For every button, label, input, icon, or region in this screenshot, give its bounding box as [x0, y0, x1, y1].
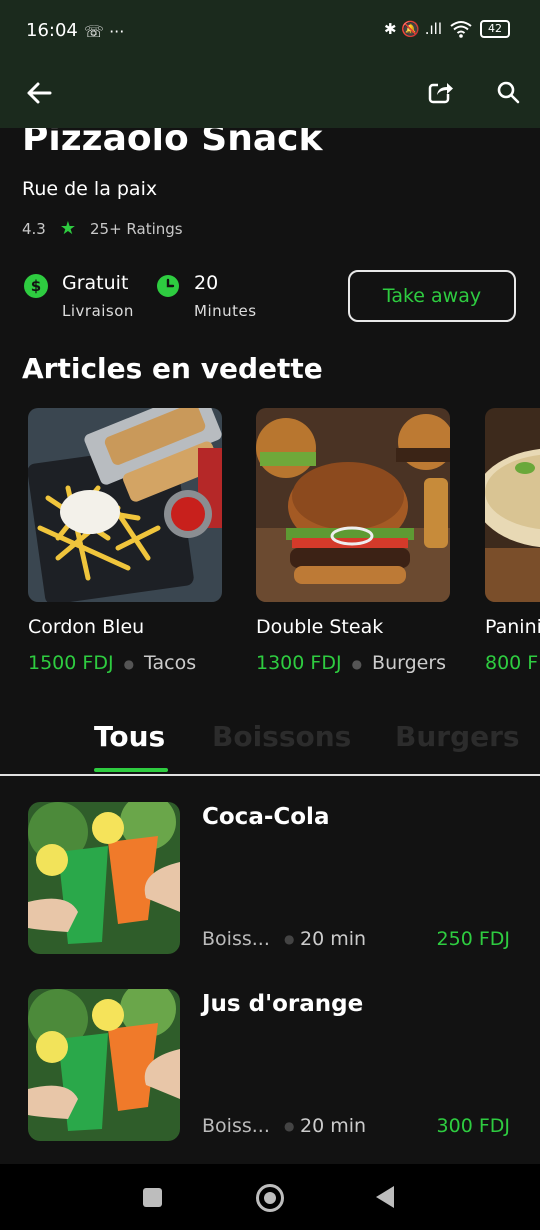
separator-dot: ● — [123, 656, 135, 671]
ratings-count: 25+ Ratings — [90, 219, 183, 238]
search-icon[interactable] — [496, 80, 520, 104]
featured-item-image — [485, 408, 540, 602]
star-icon: ★ — [59, 218, 76, 239]
menu-item-coca-cola[interactable]: Coca-Cola Boiss... ● 20 min 250 FDJ — [0, 802, 540, 954]
menu-item-time: 20 min — [300, 928, 367, 950]
featured-item-price: 1500 FDJ — [28, 652, 114, 674]
featured-item-image — [28, 408, 222, 602]
category-tabs: Tous Boissons Burgers — [0, 718, 540, 776]
status-indicators: ✱ 🔕 .ıll — [383, 20, 442, 38]
system-nav-bar — [0, 1164, 540, 1230]
separator-dot: ● — [351, 656, 363, 671]
tab-boissons[interactable]: Boissons — [212, 720, 351, 753]
status-time: 16:04 — [26, 20, 78, 41]
menu-item-image — [28, 802, 180, 954]
home-icon[interactable] — [256, 1184, 284, 1212]
time-value: 20 — [194, 272, 219, 294]
featured-item-cordon-bleu[interactable]: Cordon Bleu 1500 FDJ ● Tacos — [28, 408, 222, 674]
featured-title: Articles en vedette — [22, 352, 323, 385]
menu-item-name: Coca-Cola — [202, 804, 330, 830]
menu-item-price: 250 FDJ — [436, 928, 510, 950]
featured-item-meta: 1300 FDJ ● Burgers — [256, 652, 450, 674]
rating-value: 4.3 — [22, 219, 46, 238]
menu-item-time: 20 min — [300, 1115, 367, 1137]
menu-item-category: Boiss... — [202, 1115, 270, 1137]
featured-item-name: Cordon Bleu — [28, 616, 145, 638]
featured-item-category: Burgers — [372, 652, 447, 674]
clock-icon — [157, 275, 179, 297]
share-icon[interactable] — [428, 78, 454, 104]
time-label: Minutes — [194, 302, 257, 320]
status-left-icons: ☏ ··· — [84, 22, 125, 41]
restaurant-name: Pizzaolo Snack — [22, 128, 323, 159]
menu-item-category: Boiss... — [202, 928, 270, 950]
tab-tous[interactable]: Tous — [94, 720, 165, 753]
recents-icon[interactable] — [143, 1188, 162, 1207]
separator-dot: ● — [284, 932, 295, 946]
menu-item-price: 300 FDJ — [436, 1115, 510, 1137]
back-icon[interactable] — [376, 1186, 394, 1208]
featured-carousel[interactable]: Cordon Bleu 1500 FDJ ● Tacos Double Stea… — [0, 408, 540, 688]
featured-item-name: Panini — [485, 616, 540, 638]
featured-item-price: 1300 FDJ — [256, 652, 342, 674]
status-right-icons: ✱ 🔕 .ıll 42 — [384, 20, 510, 38]
active-tab-indicator — [94, 768, 168, 772]
delivery-value: Gratuit — [62, 272, 129, 294]
app-bar — [0, 64, 540, 128]
menu-item-name: Jus d'orange — [202, 991, 364, 1017]
wifi-icon — [450, 21, 472, 38]
featured-item-name: Double Steak — [256, 616, 384, 638]
featured-item-category: Tacos — [144, 652, 197, 674]
menu-item-image — [28, 989, 180, 1141]
dollar-icon: $ — [24, 274, 48, 298]
featured-item-double-steak[interactable]: Double Steak 1300 FDJ ● Burgers — [256, 408, 450, 674]
featured-item-meta: 800 FDJ — [485, 652, 540, 674]
menu-item-jus-dorange[interactable]: Jus d'orange Boiss... ● 20 min 300 FDJ — [0, 989, 540, 1141]
featured-item-panini[interactable]: Panini 800 FDJ — [485, 408, 540, 674]
status-bar: 16:04 ☏ ··· ✱ 🔕 .ıll 42 — [0, 0, 540, 64]
restaurant-address: Rue de la paix — [22, 178, 158, 200]
rating-row: 4.3 ★ 25+ Ratings — [22, 218, 183, 239]
battery-indicator: 42 — [480, 20, 510, 38]
arrow-left-icon[interactable] — [24, 78, 54, 108]
delivery-label: Livraison — [62, 302, 134, 320]
restaurant-content[interactable]: Pizzaolo Snack Rue de la paix 4.3 ★ 25+ … — [0, 128, 540, 1164]
featured-item-image — [256, 408, 450, 602]
featured-item-meta: 1500 FDJ ● Tacos — [28, 652, 222, 674]
separator-dot: ● — [284, 1119, 295, 1133]
tab-burgers[interactable]: Burgers — [395, 720, 520, 753]
take-away-button[interactable]: Take away — [348, 270, 516, 322]
featured-item-price: 800 FDJ — [485, 652, 540, 674]
